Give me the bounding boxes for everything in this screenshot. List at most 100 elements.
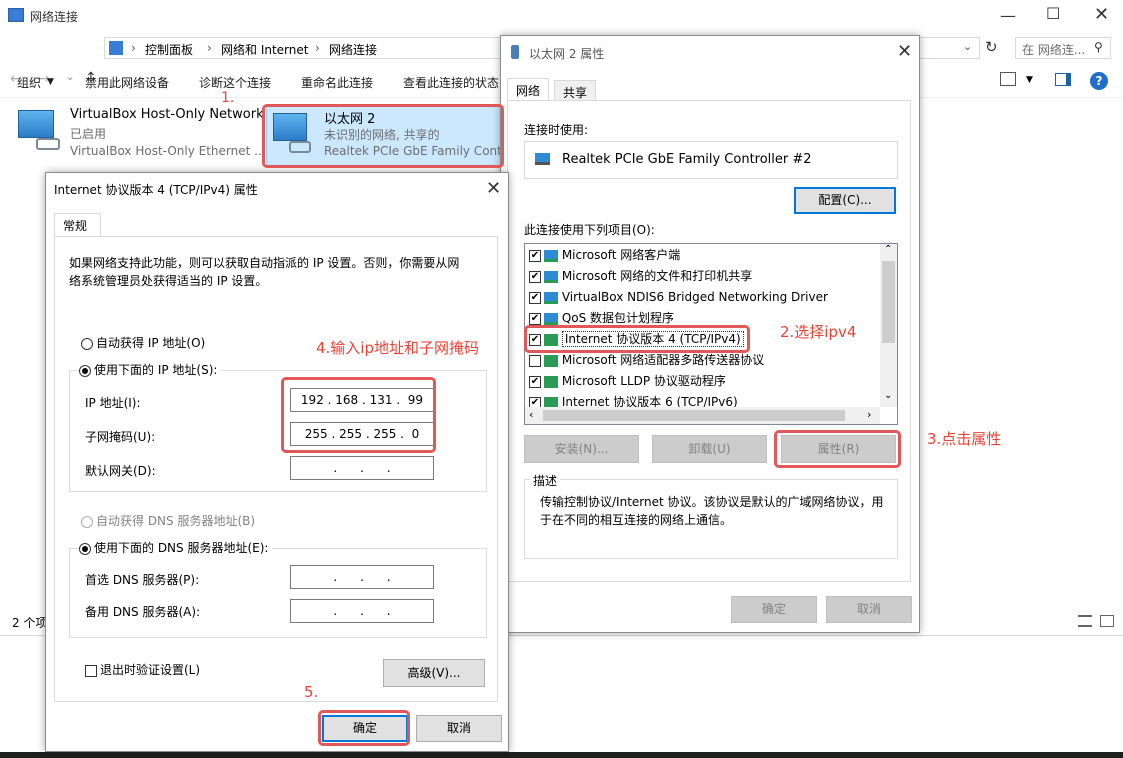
maximize-icon[interactable]: ☐: [1046, 4, 1060, 23]
ok-button[interactable]: 确定: [731, 596, 817, 623]
service-icon: [544, 312, 558, 325]
items-label: 此连接使用下列项目(O):: [524, 223, 655, 237]
manual-ip-radio[interactable]: [79, 364, 91, 377]
organize-chevron-icon: ▼: [47, 77, 54, 87]
tiles-view-icon[interactable]: [1100, 615, 1114, 627]
preview-pane-icon[interactable]: [1055, 73, 1071, 86]
scroll-right-icon[interactable]: ›: [867, 408, 871, 421]
item-label: VirtualBox NDIS6 Bridged Networking Driv…: [561, 290, 828, 304]
tab-general[interactable]: 常规: [54, 213, 101, 237]
item-checkbox[interactable]: ✔: [529, 270, 541, 283]
dialog-title: Internet 协议版本 4 (TCP/IPv4) 属性: [54, 183, 258, 197]
validate-checkbox[interactable]: [85, 664, 97, 677]
close-icon[interactable]: ✕: [1094, 4, 1109, 25]
adapter-box: Realtek PCIe GbE Family Controller #2: [524, 141, 898, 179]
step5-note: 5.: [304, 683, 319, 701]
step4-note: 4.输入ip地址和子网掩码: [316, 339, 480, 357]
scroll-down-icon[interactable]: ⌄: [884, 390, 892, 401]
intro-text: 如果网络支持此功能，则可以获取自动指派的 IP 设置。否则，你需要从网络系统管理…: [69, 256, 460, 288]
validate-option[interactable]: 退出时验证设置(L): [85, 661, 200, 678]
scroll-thumb[interactable]: [543, 410, 845, 421]
auto-ip-label: 自动获得 IP 地址(O): [96, 336, 206, 350]
breadcrumb-sep-icon: ›: [131, 41, 136, 55]
validate-label: 退出时验证设置(L): [100, 663, 201, 677]
search-input[interactable]: 在 网络连... ⚲: [1015, 37, 1111, 59]
general-tab-body: 如果网络支持此功能，则可以获取自动指派的 IP 设置。否则，你需要从网络系统管理…: [54, 236, 498, 702]
item-checkbox[interactable]: [529, 354, 541, 367]
auto-dns-radio[interactable]: [81, 515, 93, 528]
service-icon: [544, 270, 558, 283]
view-status-command[interactable]: 查看此连接的状态: [403, 74, 499, 91]
scroll-up-icon[interactable]: ⌃: [884, 244, 892, 255]
close-icon[interactable]: ✕: [486, 178, 501, 199]
highlight-ok-button: [318, 710, 410, 746]
rename-command[interactable]: 重命名此连接: [301, 74, 373, 91]
advanced-button[interactable]: 高级(V)...: [383, 659, 485, 687]
manual-dns-radio[interactable]: [79, 542, 91, 555]
tab-sharing[interactable]: 共享: [554, 80, 597, 101]
diagnose-command[interactable]: 诊断这个连接: [199, 74, 271, 91]
list-item[interactable]: ✔ VirtualBox NDIS6 Bridged Networking Dr…: [529, 287, 877, 308]
minimize-icon[interactable]: —: [1000, 6, 1016, 25]
scroll-thumb[interactable]: [882, 261, 895, 343]
breadcrumb-item-0[interactable]: 控制面板: [145, 41, 193, 58]
refresh-icon[interactable]: ↻: [985, 38, 998, 56]
disable-device-command[interactable]: 禁用此网络设备: [85, 74, 169, 91]
item-checkbox[interactable]: ✔: [529, 375, 541, 388]
organize-menu[interactable]: 组织: [17, 74, 41, 91]
item-checkbox[interactable]: ✔: [529, 249, 541, 262]
cancel-button[interactable]: 取消: [416, 715, 502, 742]
alternate-dns-label: 备用 DNS 服务器(A):: [85, 605, 201, 619]
horizontal-scrollbar[interactable]: ‹ ›: [525, 407, 880, 424]
configure-button[interactable]: 配置(C)...: [794, 187, 896, 214]
details-view-icon[interactable]: [1078, 615, 1092, 627]
auto-ip-option[interactable]: 自动获得 IP 地址(O): [81, 334, 205, 351]
cancel-button[interactable]: 取消: [826, 596, 912, 623]
protocol-icon: [544, 354, 558, 367]
list-item[interactable]: ✔ Microsoft 网络的文件和打印机共享: [529, 266, 877, 287]
item-checkbox[interactable]: ✔: [529, 291, 541, 304]
description-text: 传输控制协议/Internet 协议。该协议是默认的广域网络协议，用于在不同的相…: [540, 495, 884, 527]
step3-note: 3.点击属性: [927, 430, 1002, 448]
nic-icon: [535, 153, 550, 165]
manual-ip-label: 使用下面的 IP 地址(S):: [94, 363, 218, 377]
install-button[interactable]: 安装(N)...: [524, 435, 639, 463]
alternate-dns-field[interactable]: . . .: [290, 599, 434, 623]
highlight-ipv4-item: [524, 325, 750, 353]
item-label: Microsoft 网络适配器多路传送器协议: [561, 353, 765, 367]
breadcrumb-item-1[interactable]: 网络和 Internet: [221, 41, 308, 58]
vertical-scrollbar[interactable]: ⌃ ⌄: [880, 244, 897, 407]
item-label: Microsoft 网络客户端: [561, 248, 681, 262]
item-label: Microsoft 网络的文件和打印机共享: [561, 269, 753, 283]
dropdown-chevron-icon[interactable]: ⌄: [963, 40, 972, 53]
manual-ip-option[interactable]: 使用下面的 IP 地址(S):: [79, 361, 222, 378]
network-item-title: VirtualBox Host-Only Network: [70, 107, 264, 122]
item-count: 2 个项: [12, 616, 48, 630]
list-item[interactable]: ✔ Microsoft LLDP 协议驱动程序: [529, 371, 877, 392]
view-options-icon[interactable]: [1000, 72, 1016, 86]
list-item[interactable]: ✔ Microsoft 网络客户端: [529, 245, 877, 266]
dns-group: [69, 548, 487, 638]
close-icon[interactable]: ✕: [897, 41, 912, 62]
auto-dns-option[interactable]: 自动获得 DNS 服务器地址(B): [81, 512, 255, 529]
manual-dns-option[interactable]: 使用下面的 DNS 服务器地址(E):: [79, 539, 273, 556]
list-item[interactable]: Microsoft 网络适配器多路传送器协议: [529, 350, 877, 371]
explorer-titlebar: 网络连接 — ☐ ✕: [0, 0, 1123, 32]
item-label: QoS 数据包计划程序: [561, 311, 675, 325]
uninstall-button[interactable]: 卸载(U): [652, 435, 767, 463]
tab-network[interactable]: 网络: [507, 78, 550, 101]
network-item-status: 已启用: [70, 127, 107, 141]
client-icon: [544, 249, 558, 262]
connect-using-label: 连接时使用:: [524, 123, 589, 137]
item-checkbox[interactable]: ✔: [529, 312, 541, 325]
help-icon[interactable]: ?: [1090, 72, 1108, 90]
scroll-left-icon[interactable]: ‹: [529, 408, 533, 421]
auto-ip-radio[interactable]: [81, 337, 93, 350]
breadcrumb-sep-icon: ›: [207, 41, 212, 55]
network-item-virtualbox[interactable]: VirtualBox Host-Only Network 已启用 Virtual…: [14, 104, 266, 160]
gateway-field[interactable]: . . .: [290, 456, 434, 480]
item-label: Microsoft LLDP 协议驱动程序: [561, 374, 726, 388]
breadcrumb-item-2[interactable]: 网络连接: [329, 41, 377, 58]
view-chevron-icon[interactable]: ▼: [1026, 75, 1033, 85]
preferred-dns-field[interactable]: . . .: [290, 565, 434, 589]
